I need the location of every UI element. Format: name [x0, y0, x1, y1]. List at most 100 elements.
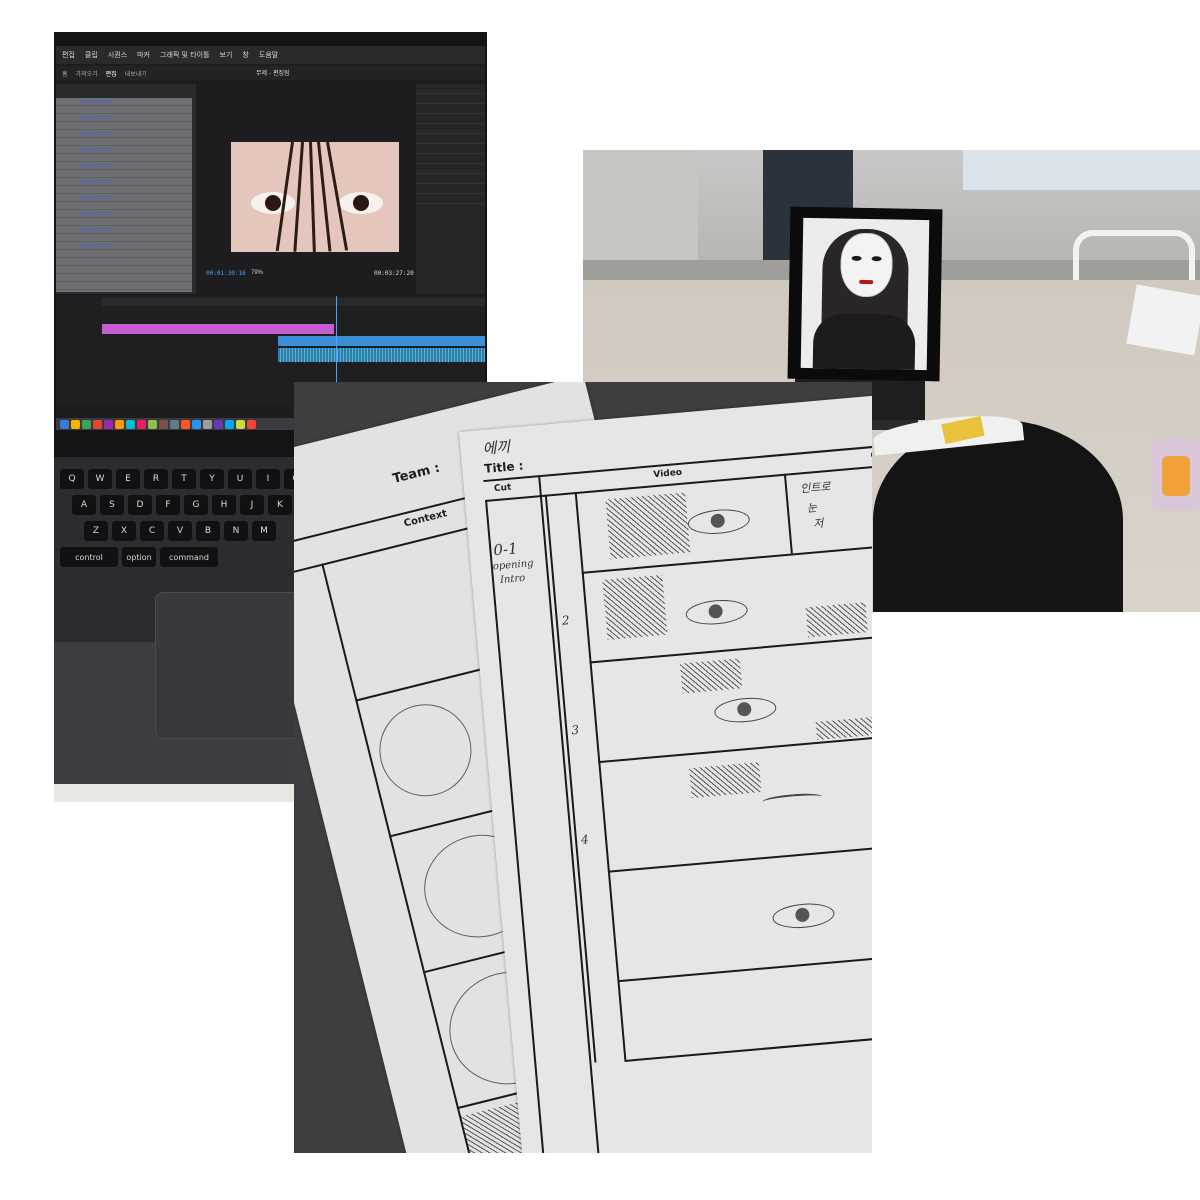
video-header: Video — [653, 467, 683, 481]
menu-bar: 편집 클립 시퀀스 마커 그래픽 및 타이틀 보기 창 도움말 — [56, 46, 485, 64]
key: W — [88, 469, 112, 489]
key: B — [196, 521, 220, 541]
side-note-eye: 눈 — [806, 501, 818, 515]
bin-duration: 00;00;04;28 — [82, 116, 112, 121]
dock-app-icon[interactable] — [247, 419, 256, 429]
dock-app-icon[interactable] — [93, 419, 102, 429]
menu-item-edit[interactable]: 편집 — [62, 50, 75, 60]
dock-app-icon[interactable] — [159, 419, 168, 429]
key: R — [144, 469, 168, 489]
key: E — [116, 469, 140, 489]
audio-waveform[interactable] — [278, 348, 485, 362]
bin-duration: 00;00;04;29 — [82, 244, 112, 249]
key: K — [268, 495, 292, 515]
dock-app-icon[interactable] — [126, 419, 135, 429]
dock-app-icon[interactable] — [60, 419, 69, 429]
bin-duration: 00;00;04;28 — [82, 180, 112, 185]
key: Y — [200, 469, 224, 489]
dock-app-icon[interactable] — [203, 419, 212, 429]
storyboard-photo: Team : Context 에끼 Title : Cut Video Co 인… — [294, 382, 872, 1153]
menu-item-graphics[interactable]: 그래픽 및 타이틀 — [160, 50, 210, 60]
dock-app-icon[interactable] — [148, 419, 157, 429]
cut-header: Cut — [493, 482, 512, 495]
dock-app-icon[interactable] — [170, 419, 179, 429]
side-note-intro: 인트로 — [799, 479, 832, 496]
eye-right — [339, 192, 383, 214]
sketch-eye-closed — [761, 791, 823, 807]
zoom-level[interactable]: 79% — [251, 270, 263, 276]
dock-app-icon[interactable] — [71, 419, 80, 429]
bin-duration: 00;00;04;28 — [82, 196, 112, 201]
bin-duration: 00;00;04;28 — [82, 148, 112, 153]
menu-item-marker[interactable]: 마커 — [137, 50, 150, 60]
timeline-ruler[interactable] — [102, 298, 485, 306]
team-label: Team : — [391, 460, 442, 487]
dock-app-icon[interactable] — [225, 419, 234, 429]
key: N — [224, 521, 248, 541]
white-mask — [839, 232, 894, 298]
control-key: control — [60, 547, 118, 567]
tab-edit[interactable]: 편집 — [106, 69, 117, 78]
video-clip-blue[interactable] — [278, 336, 485, 346]
sketch-eye-2 — [684, 597, 749, 627]
menu-item-clip[interactable]: 클립 — [85, 50, 98, 60]
key: F — [156, 495, 180, 515]
window-title: 무제 - 편집됨 — [256, 70, 290, 77]
bin-duration: 00;00;04;28 — [82, 212, 112, 217]
dock-app-icon[interactable] — [104, 419, 113, 429]
key: V — [168, 521, 192, 541]
sketch-eye-1 — [686, 507, 751, 537]
bin-duration: 00;00;04;28 — [82, 132, 112, 137]
sketch-eye-5 — [771, 901, 836, 931]
key: T — [172, 469, 196, 489]
key: X — [112, 521, 136, 541]
menu-item-window[interactable]: 창 — [242, 50, 248, 60]
key: M — [252, 521, 276, 541]
side-note-3: 저 — [812, 516, 825, 531]
cut-3-number: 3 — [570, 722, 580, 738]
bin-duration: 00;00;04;28 — [82, 164, 112, 169]
bin-duration: 00;00;05;00 — [82, 100, 112, 105]
menu-item-sequence[interactable]: 시퀀스 — [108, 50, 127, 60]
key: G — [184, 495, 208, 515]
menu-item-view[interactable]: 보기 — [220, 50, 233, 60]
tab-import[interactable]: 가져오기 — [76, 69, 98, 78]
cut-1-note-2: Intro — [499, 572, 526, 586]
tab-export[interactable]: 내보내기 — [125, 69, 147, 78]
dock-app-icon[interactable] — [115, 419, 124, 429]
sketch-eye-3 — [713, 695, 778, 725]
cut-4-number: 4 — [580, 832, 590, 847]
dock-app-icon[interactable] — [192, 419, 201, 429]
storyboard-sheet-front: 에끼 Title : Cut Video Co 인트로 눈 저 0-1 open… — [459, 393, 872, 1153]
key: S — [100, 495, 124, 515]
dock-app-icon[interactable] — [236, 419, 245, 429]
key: Z — [84, 521, 108, 541]
key: C — [140, 521, 164, 541]
effect-controls-panel — [416, 84, 485, 294]
key: I — [256, 469, 280, 489]
key: A — [72, 495, 96, 515]
eye-left — [251, 192, 295, 214]
bin-duration: 00;00;04;28 — [82, 228, 112, 233]
tab-home[interactable]: 홈 — [62, 69, 68, 78]
timecode-total: 00:03:27:20 — [374, 270, 414, 277]
option-key: option — [122, 547, 156, 567]
project-bin-panel: 00;00;05;00 00;00;04;28 00;00;04;28 00;0… — [56, 84, 196, 294]
key: Q — [60, 469, 84, 489]
masked-portrait — [800, 217, 930, 371]
dock-app-icon[interactable] — [214, 419, 223, 429]
dock-app-icon[interactable] — [181, 419, 190, 429]
cut-1-note: opening — [492, 558, 535, 573]
dock-app-icon[interactable] — [82, 419, 91, 429]
menu-item-help[interactable]: 도움말 — [259, 50, 278, 60]
program-monitor — [231, 142, 399, 252]
top-note: 에끼 — [481, 437, 511, 458]
cut-2-number: 2 — [561, 613, 571, 628]
dock-app-icon[interactable] — [137, 419, 146, 429]
key: D — [128, 495, 152, 515]
key: J — [240, 495, 264, 515]
video-clip-track[interactable] — [102, 324, 334, 334]
command-key: command — [160, 547, 218, 567]
bin-list[interactable]: 00;00;05;00 00;00;04;28 00;00;04;28 00;0… — [56, 98, 192, 292]
premiere-pro-window: 편집 클립 시퀀스 마커 그래픽 및 타이틀 보기 창 도움말 홈 가져오기 편… — [56, 46, 485, 418]
